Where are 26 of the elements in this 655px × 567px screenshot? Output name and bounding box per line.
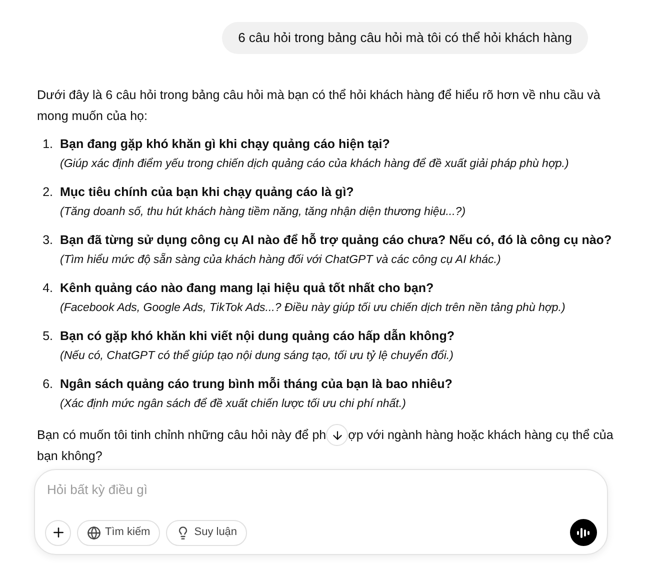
question-note: (Nếu có, ChatGPT có thể giúp tạo nội dung sáng tạo, tối ưu tỷ lệ chuyển đổi.) (60, 348, 454, 364)
tool-button[interactable]: Tìm kiếm (77, 520, 160, 546)
tool-button[interactable]: Suy luận (166, 520, 248, 546)
list-number: 6. (42, 376, 54, 393)
reply-intro: Dưới đây là 6 câu hỏi trong bảng câu hỏi mà bạn có thể hỏi khách hàng để hiểu rõ hơn về nhu cầu và mong muốn của họ: (37, 87, 602, 125)
question-text: Bạn đã từng sử dụng công cụ AI nào để hỗ trợ quảng cáo chưa? Nếu có, đó là công cụ nào? (60, 232, 612, 249)
list-number: 3. (42, 232, 54, 249)
reply-closing-text: Bạn có muốn tôi tinh chỉnh những câu hỏi này để ph (37, 426, 326, 444)
question-note: (Xác định mức ngân sách để đề xuất chiến lược tối ưu chi phí nhất.) (60, 396, 407, 412)
reply-closing-text: ợp với ngành hàng hoặc khách hàng cụ thể của (348, 426, 614, 444)
question-note: (Facebook Ads, Google Ads, TikTok Ads...? Điều này giúp tối ưu chiến dịch trên nền tảng phù hợp.) (60, 301, 566, 316)
reply-closing-text: bạn không? (37, 448, 102, 465)
question-text: Mục tiêu chính của bạn khi chạy quảng cáo là gì? (60, 184, 355, 201)
question-text: Bạn đang gặp khó khăn gì khi chạy quảng cáo hiện tại? (60, 136, 391, 153)
question-text: Ngân sách quảng cáo trung bình mỗi tháng của bạn là bao nhiêu? (60, 376, 452, 393)
list-number: 1. (42, 136, 54, 153)
question-note: (Tìm hiểu mức độ sẵn sàng của khách hàng đối với ChatGPT và các công cụ AI khác.) (60, 252, 502, 268)
list-number: 2. (42, 184, 54, 201)
list-number: 4. (42, 280, 54, 297)
message-input[interactable]: Hỏi bất kỳ điều gì (45, 480, 597, 500)
list-number: 5. (42, 328, 54, 345)
question-note: (Tăng doanh số, thu hút khách hàng tiềm năng, tăng nhận diện thương hiệu...?) (60, 205, 466, 220)
question-text: Bạn có gặp khó khăn khi viết nội dung quảng cáo hấp dẫn không? (60, 328, 454, 345)
question-text: Kênh quảng cáo nào đang mang lại hiệu quả tốt nhất cho bạn? (60, 280, 435, 297)
question-note: (Giúp xác định điểm yếu trong chiến dịch quảng cáo của khách hàng để đề xuất giải pháp phù hợp.) (60, 156, 569, 172)
user-message: 6 câu hỏi trong bảng câu hỏi mà tôi có thể hỏi khách hàng (222, 22, 588, 54)
